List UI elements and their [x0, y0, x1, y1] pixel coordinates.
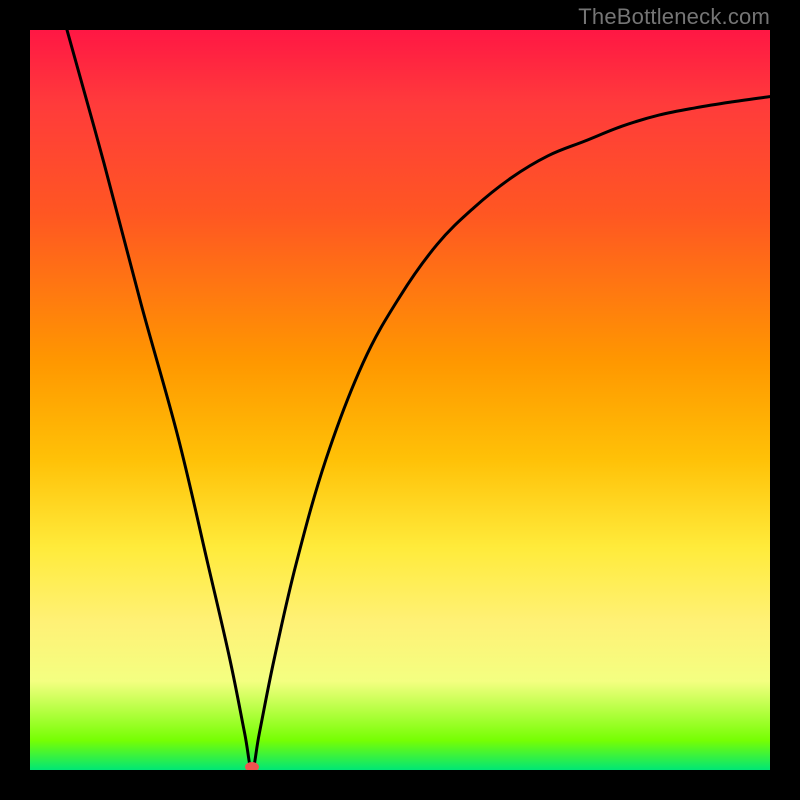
curve-svg [30, 30, 770, 770]
minimum-marker [245, 762, 259, 770]
chart-frame: TheBottleneck.com [0, 0, 800, 800]
watermark-text: TheBottleneck.com [578, 4, 770, 30]
bottleneck-curve [67, 30, 770, 770]
plot-area [30, 30, 770, 770]
